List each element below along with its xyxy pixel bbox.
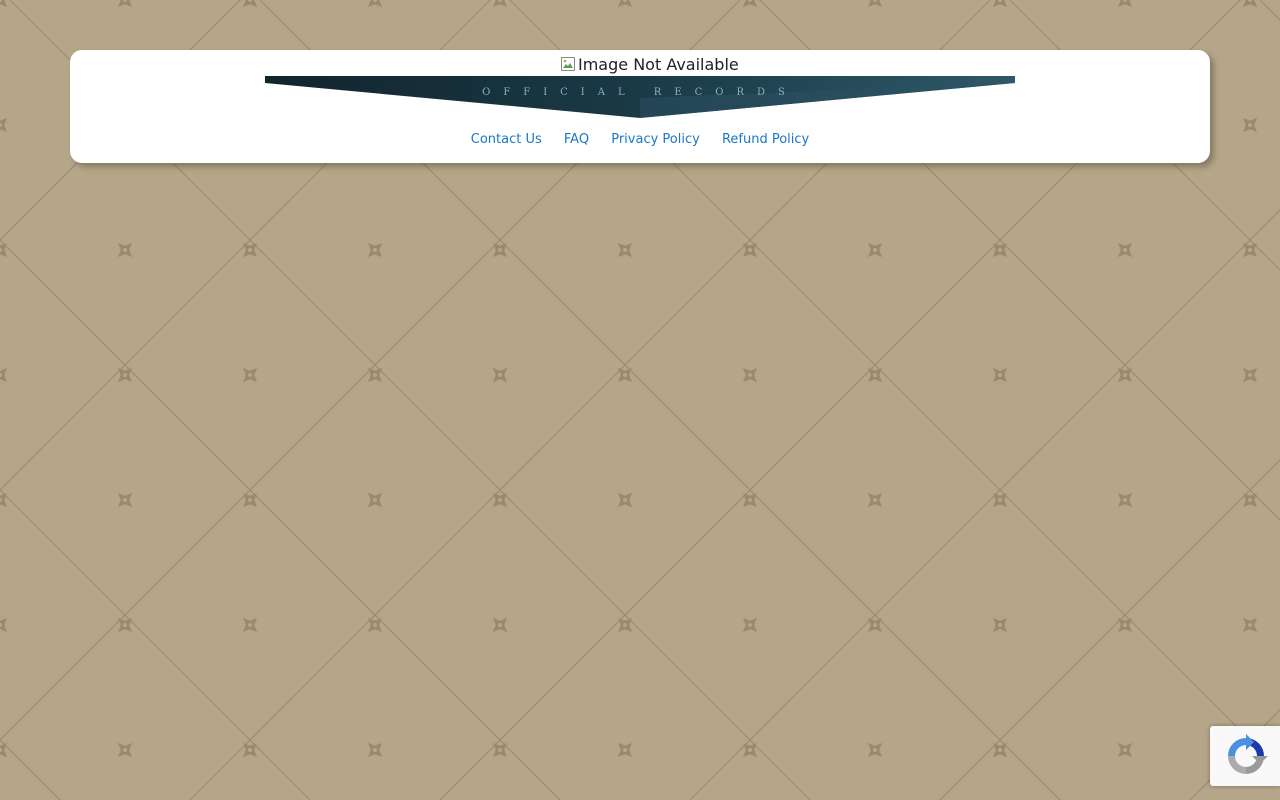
logo-image: Image Not Available — [560, 52, 739, 76]
official-records-banner: OFFICIAL RECORDS — [265, 76, 1015, 118]
nav-link-refund-policy[interactable]: Refund Policy — [722, 132, 809, 147]
recaptcha-badge[interactable] — [1210, 726, 1280, 786]
logo-alt-text: Image Not Available — [578, 54, 739, 74]
nav-link-contact-us[interactable]: Contact Us — [471, 132, 542, 147]
broken-image-icon — [561, 57, 575, 71]
nav-link-faq[interactable]: FAQ — [564, 132, 589, 147]
banner-text: OFFICIAL RECORDS — [482, 87, 798, 98]
header-card: Image Not Available OFFICIAL RECORDS Con… — [70, 50, 1210, 163]
nav-link-privacy-policy[interactable]: Privacy Policy — [611, 132, 700, 147]
recaptcha-icon — [1228, 734, 1268, 774]
footer-nav: Contact Us FAQ Privacy Policy Refund Pol… — [70, 132, 1210, 147]
